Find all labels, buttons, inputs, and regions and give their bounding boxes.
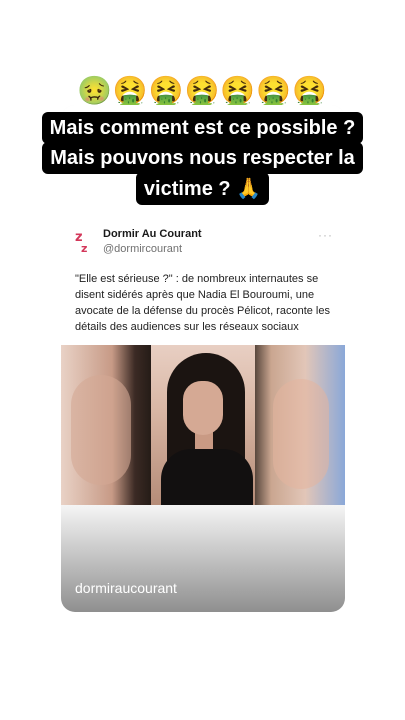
tweet-header: zz Dormir Au Courant @dormircourant ··· bbox=[75, 228, 337, 264]
watermark: dormiraucourant bbox=[75, 580, 177, 596]
story-caption: Mais comment est ce possible ? Mais pouv… bbox=[0, 112, 405, 205]
woman-top bbox=[161, 449, 253, 505]
emoji-row: 🤢🤮🤮🤮🤮🤮🤮 bbox=[76, 74, 329, 107]
caption-line-2: Mais pouvons nous respecter la bbox=[42, 142, 363, 174]
account-handle[interactable]: @dormircourant bbox=[103, 243, 182, 255]
praying-hands-icon: 🙏 bbox=[236, 176, 262, 200]
blurred-figure-left bbox=[71, 375, 131, 485]
sleep-zz-logo-icon: zz bbox=[75, 230, 88, 255]
caption-line-3: victime ? 🙏 bbox=[135, 172, 270, 205]
tweet-text: "Elle est sérieuse ?" : de nombreux inte… bbox=[75, 273, 330, 333]
caption-line-1: Mais comment est ce possible ? bbox=[41, 112, 364, 144]
more-options-icon[interactable]: ··· bbox=[318, 228, 333, 242]
caption-line-3-text: victime ? bbox=[143, 178, 231, 200]
video-thumbnail[interactable] bbox=[61, 345, 345, 505]
account-name[interactable]: Dormir Au Courant bbox=[103, 228, 202, 240]
woman-face bbox=[183, 381, 223, 435]
blurred-figure-right bbox=[273, 379, 329, 489]
video-center-frame bbox=[151, 345, 255, 505]
